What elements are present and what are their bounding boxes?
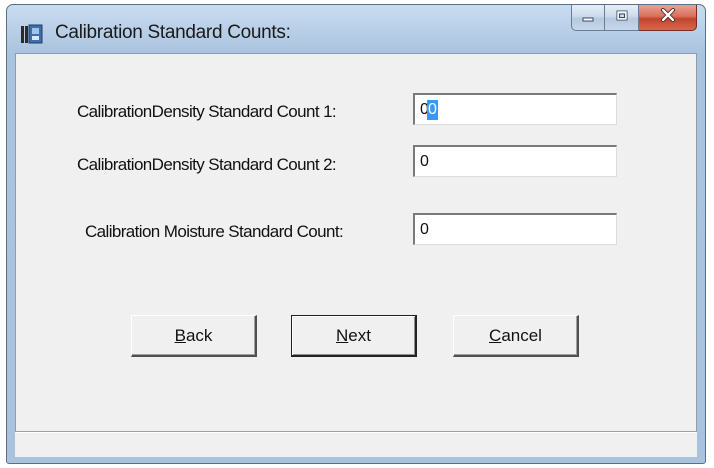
close-icon bbox=[660, 8, 676, 27]
cancel-button-mnemonic: C bbox=[489, 325, 502, 345]
minimize-button[interactable] bbox=[571, 5, 605, 31]
back-button-label: ack bbox=[185, 325, 213, 345]
caption-buttons bbox=[571, 5, 697, 31]
app-icon bbox=[21, 24, 43, 44]
cancel-button-label: ancel bbox=[501, 325, 542, 345]
dialog-window: Calibration Standard Counts: Calibration… bbox=[6, 4, 706, 464]
next-button-label: ext bbox=[348, 325, 371, 345]
window-title: Calibration Standard Counts: bbox=[55, 22, 291, 43]
back-button[interactable]: Back bbox=[131, 315, 257, 357]
minimize-icon bbox=[581, 9, 595, 27]
title-bar[interactable]: Calibration Standard Counts: bbox=[7, 5, 705, 53]
density-count-1-label: CalibrationDensity Standard Count 1: bbox=[77, 102, 337, 121]
density-count-1-input[interactable] bbox=[413, 93, 617, 125]
next-button-mnemonic: N bbox=[336, 325, 349, 345]
maximize-button[interactable] bbox=[605, 5, 639, 31]
status-bar bbox=[15, 431, 697, 457]
cancel-button[interactable]: Cancel bbox=[453, 315, 579, 357]
density-count-1-selection: 0 bbox=[427, 100, 438, 120]
maximize-icon bbox=[615, 9, 629, 27]
density-count-2-label: CalibrationDensity Standard Count 2: bbox=[77, 155, 337, 174]
moisture-count-label: Calibration Moisture Standard Count: bbox=[85, 222, 344, 241]
close-button[interactable] bbox=[639, 5, 697, 31]
next-button[interactable]: Next bbox=[291, 315, 417, 357]
back-button-mnemonic: B bbox=[174, 325, 186, 345]
moisture-count-input[interactable] bbox=[413, 213, 617, 245]
density-count-2-input[interactable] bbox=[413, 145, 617, 177]
